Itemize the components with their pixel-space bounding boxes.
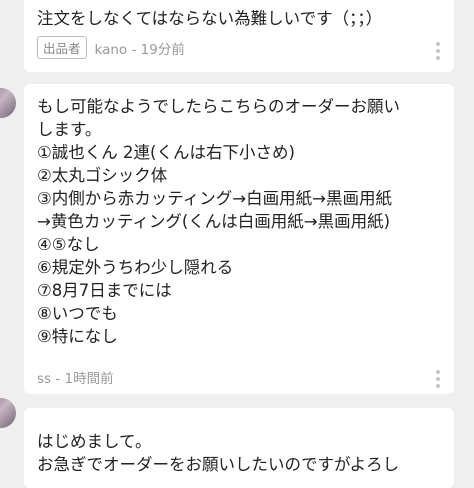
comment-text: ④⑤なし <box>37 235 100 254</box>
comment-card: はじめまして。 お急ぎでオーダーをお願いしたいのですがよろし <box>24 408 454 488</box>
comment-card: もし可能なようでしたらこちらのオーダーお願い します。 ①誠也くん 2連(くんは… <box>24 84 454 394</box>
comment-text: ②太丸ゴシック体 <box>37 166 168 185</box>
seller-badge: 出品者 <box>37 36 87 59</box>
comment-text: ⑦8月7日までには <box>37 281 172 300</box>
comment-text: ⑧いつでも <box>37 304 118 323</box>
comment-text: ③内側から赤カッティング→白画用紙→黒画用紙 <box>37 189 392 208</box>
more-options-icon[interactable] <box>436 42 440 60</box>
avatar[interactable] <box>0 398 16 428</box>
comment-author[interactable]: kano - 19分前 <box>95 38 185 58</box>
comment-text: ⑨特になし <box>37 327 118 346</box>
comment-text: 注文をしなくてはならない為難しいです（；；） <box>37 9 383 28</box>
comment-text: お急ぎでオーダーをお願いしたいのですがよろし <box>37 455 400 474</box>
comment-text: ⑥規定外うちわ少し隠れる <box>37 258 234 277</box>
more-options-icon[interactable] <box>436 370 440 388</box>
comment-text: →黄色カッティング(くんは白画用紙→黒画用紙) <box>37 212 391 231</box>
comment-text: します。 <box>37 120 102 139</box>
comment-text: はじめまして。 <box>37 432 152 451</box>
comment-author[interactable]: ss - 1時間前 <box>37 367 114 387</box>
comment-meta: 出品者 kano - 19分前 <box>37 36 185 59</box>
comment-text: ①誠也くん 2連(くんは右下小さめ) <box>37 143 295 162</box>
comment-card: 注文をしなくてはならない為難しいです（；；） 出品者 kano - 19分前 <box>24 0 454 72</box>
comment-text: もし可能なようでしたらこちらのオーダーお願い <box>37 97 400 116</box>
avatar[interactable] <box>0 88 16 118</box>
comment-meta: ss - 1時間前 <box>37 367 114 387</box>
